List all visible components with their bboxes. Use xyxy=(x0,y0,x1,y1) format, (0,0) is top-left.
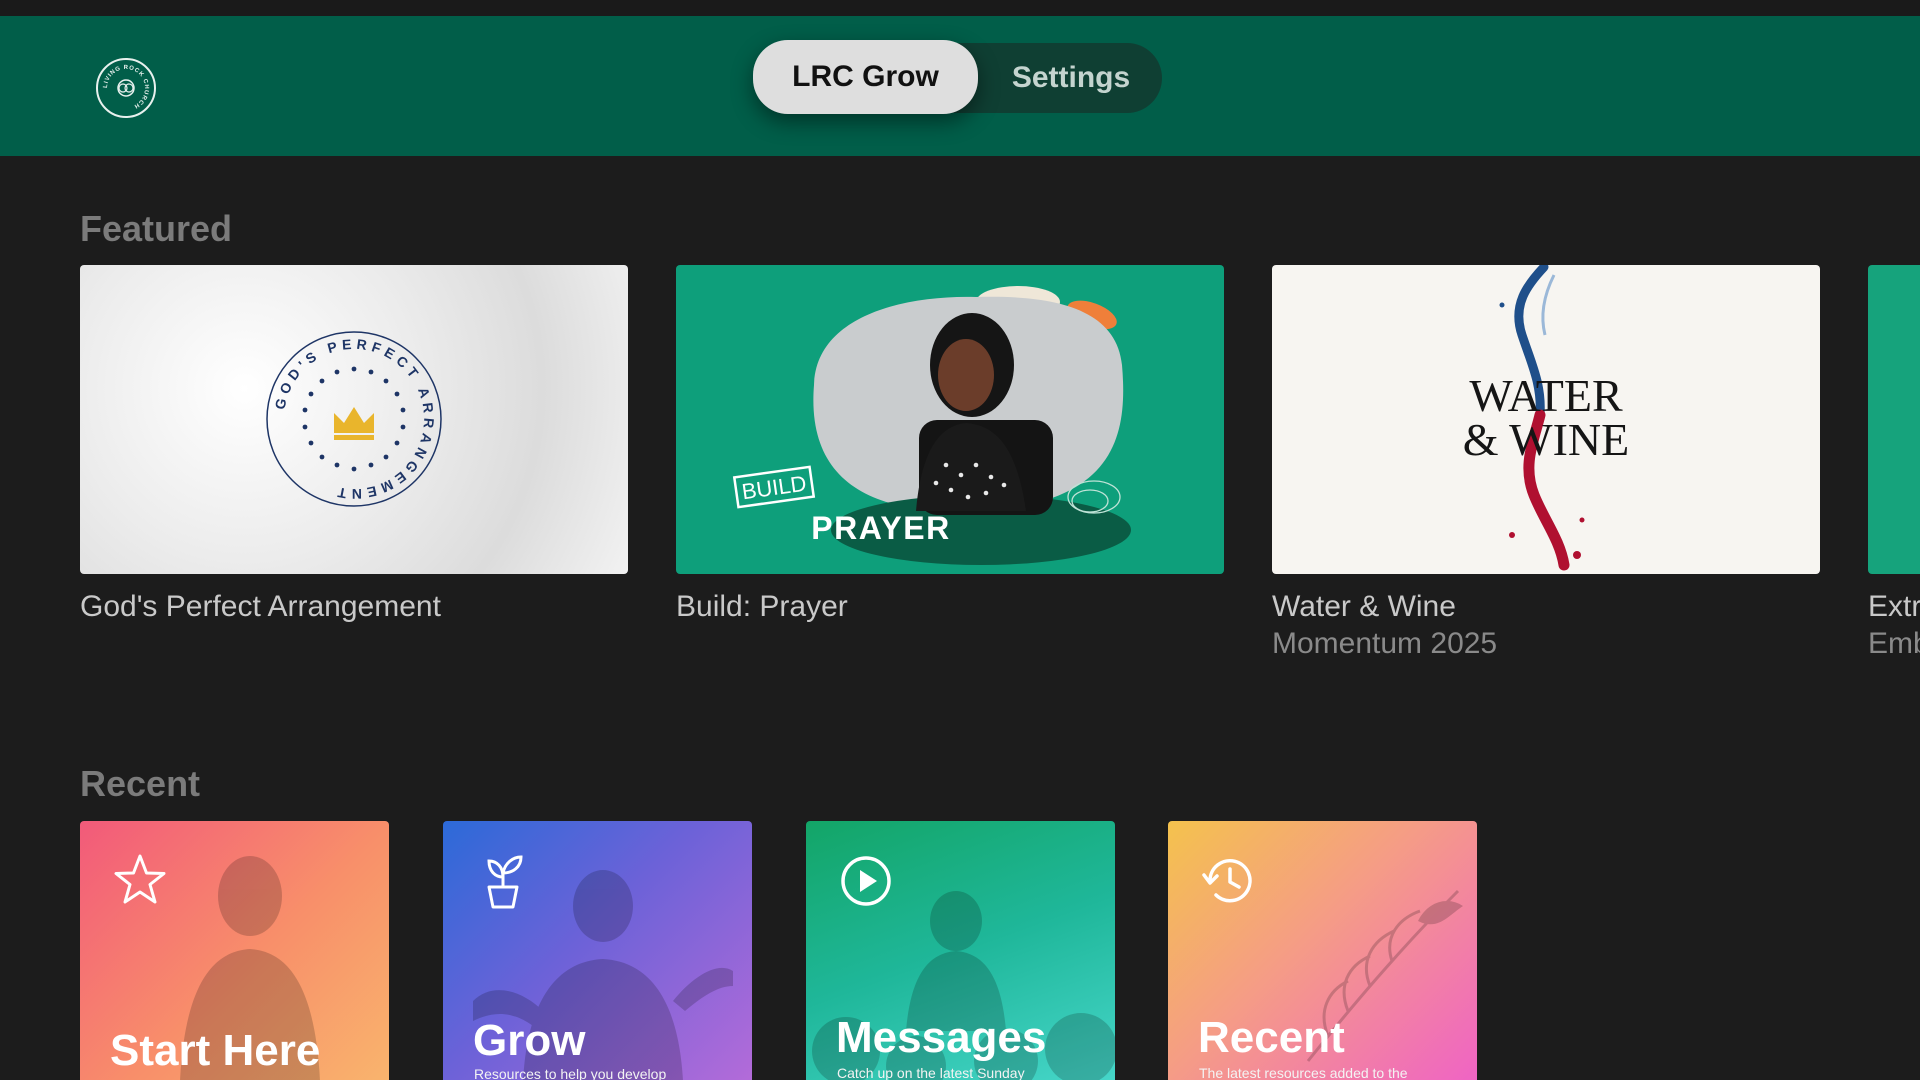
featured-title-gods-perfect-arrangement: God's Perfect Arrangement xyxy=(80,590,441,623)
recent-title-recent: Recent xyxy=(1198,1013,1345,1062)
featured-subtitle-partial: Emb xyxy=(1868,627,1920,660)
featured-card-partial[interactable] xyxy=(1868,265,1920,574)
recent-card-messages[interactable]: Messages Catch up on the latest Sunday xyxy=(806,821,1115,1080)
featured-card-gods-perfect-arrangement[interactable]: GOD'S PERFECT ARRANGEMENT xyxy=(80,265,628,574)
recent-description-grow: Resources to help you develop xyxy=(474,1066,667,1080)
tab-settings[interactable]: Settings xyxy=(980,43,1162,113)
play-circle-icon xyxy=(841,856,891,906)
recent-title-messages: Messages xyxy=(836,1013,1047,1062)
tab-bar: Settings LRC Grow xyxy=(753,40,1162,114)
app-header: LIVING ROCK CHURCH Settings LRC Grow xyxy=(0,16,1920,156)
recent-card-grow[interactable]: Grow Resources to help you develop xyxy=(443,821,752,1080)
recent-card-recent[interactable]: Recent The latest resources added to the xyxy=(1168,821,1477,1080)
tab-lrc-grow[interactable]: LRC Grow xyxy=(753,40,978,114)
water-and-wine-artwork: WATER & WINE xyxy=(1463,265,1630,571)
recent-description-messages: Catch up on the latest Sunday xyxy=(837,1065,1025,1080)
church-logo: LIVING ROCK CHURCH xyxy=(96,58,156,118)
build-prayer-artwork: BUILD PRAYER xyxy=(732,286,1131,565)
featured-title-build-prayer: Build: Prayer xyxy=(676,590,848,623)
featured-card-build-prayer[interactable]: BUILD PRAYER xyxy=(676,265,1224,574)
recent-title-start-here: Start Here xyxy=(110,1026,321,1075)
recent-card-start-here[interactable]: Start Here xyxy=(80,821,389,1080)
water-and-wine-art-line2: & WINE xyxy=(1463,414,1630,465)
history-icon xyxy=(1202,859,1252,903)
featured-heading: Featured xyxy=(80,208,233,249)
recent-title-grow: Grow xyxy=(473,1016,586,1065)
star-icon xyxy=(114,854,166,904)
recent-heading: Recent xyxy=(80,763,201,804)
prayer-art-text: PRAYER xyxy=(811,510,950,546)
featured-subtitle-water-and-wine: Momentum 2025 xyxy=(1272,627,1498,660)
plant-icon xyxy=(487,855,523,909)
svg-text:LIVING ROCK CHURCH: LIVING ROCK CHURCH xyxy=(103,65,149,109)
featured-title-partial: Extr xyxy=(1868,590,1920,623)
top-strip xyxy=(0,0,1920,16)
featured-title-water-and-wine: Water & Wine xyxy=(1272,590,1456,623)
featured-card-water-and-wine[interactable]: WATER & WINE xyxy=(1272,265,1820,574)
recent-description-recent: The latest resources added to the xyxy=(1199,1065,1408,1080)
logo-text: LIVING ROCK CHURCH xyxy=(103,65,148,109)
gods-perfect-arrangement-artwork: GOD'S PERFECT ARRANGEMENT xyxy=(266,331,442,507)
